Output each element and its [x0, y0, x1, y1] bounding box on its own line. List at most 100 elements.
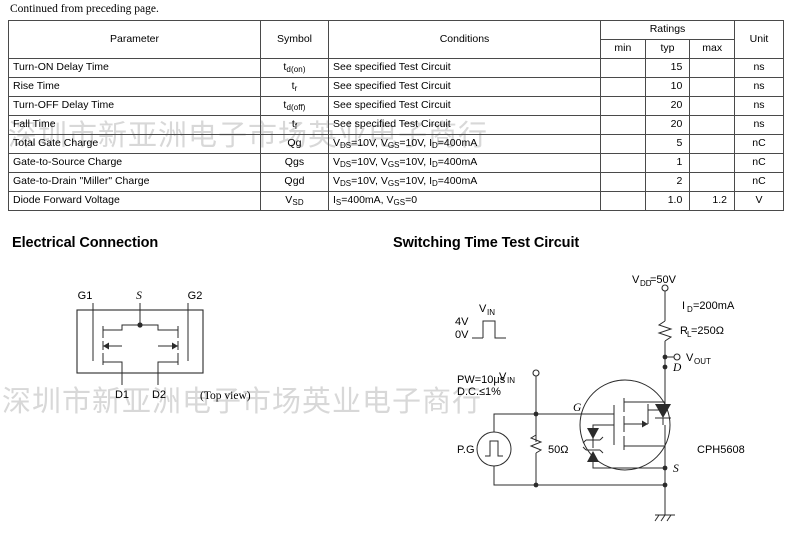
cell-max: [689, 96, 735, 116]
cell-max: [689, 153, 735, 173]
column-header-typ: typ: [644, 39, 691, 59]
cell-symbol: tr: [260, 77, 329, 97]
mosfet-right-symbol: [140, 324, 189, 373]
cell-conditions: VDS=10V, VGS=10V, ID=400mA: [328, 172, 601, 192]
cell-symbol: td(off): [260, 96, 329, 116]
column-header-unit: Unit: [734, 20, 784, 59]
cell-unit: ns: [734, 58, 784, 78]
cell-min: [600, 153, 646, 173]
vout-terminal-node: [673, 353, 681, 361]
label-s: S: [136, 290, 142, 302]
label-g1: G1: [78, 290, 93, 302]
cell-unit: nC: [734, 134, 784, 154]
cell-unit: nC: [734, 172, 784, 192]
cell-max: [689, 77, 735, 97]
cell-min: [600, 77, 646, 97]
table-row: Gate-to-Source Charge Qgs VDS=10V, VGS=10V…: [8, 153, 784, 173]
mosfet-left-symbol: [92, 324, 140, 373]
table-row: Gate-to-Drain "Miller" Charge Qgd VDS=10V,…: [8, 172, 784, 192]
cell-max: [689, 115, 735, 135]
cell-min: [600, 191, 646, 211]
cell-typ: 1: [644, 153, 691, 173]
cell-unit: nC: [734, 153, 784, 173]
label-id: I: [682, 300, 685, 312]
cell-conditions: VDS=10V, VGS=10V, ID=400mA: [328, 153, 601, 173]
source-node-dot: [662, 465, 668, 471]
s-junction-dot: [137, 322, 143, 328]
cell-conditions: VDS=10V, VGS=10V, ID=400mA: [328, 134, 601, 154]
cell-unit: V: [734, 191, 784, 211]
cell-min: [600, 134, 646, 154]
label-node-g: G: [573, 402, 582, 414]
vout-tap-dot: [662, 354, 668, 360]
label-node-d: D: [672, 362, 682, 374]
load-resistor-rl: R L =250Ω: [657, 291, 724, 357]
heading-electrical-connection: Electrical Connection: [12, 235, 159, 251]
cell-typ: 5: [644, 134, 691, 154]
cell-min: [600, 96, 646, 116]
cell-conditions: IS=400mA, VGS=0: [328, 191, 601, 211]
mosfet-device-symbol: [579, 379, 671, 471]
cell-parameter: Turn-ON Delay Time: [8, 58, 261, 78]
heading-switching-time-test-circuit: Switching Time Test Circuit: [393, 235, 580, 251]
cell-typ: 20: [644, 96, 691, 116]
cell-parameter: Diode Forward Voltage: [8, 191, 261, 211]
drain-node-dot: [662, 364, 668, 370]
source-return-dot: [662, 482, 668, 488]
cell-min: [600, 58, 646, 78]
cell-min: [600, 115, 646, 135]
specifications-table: Parameter Symbol Conditions Ratings Unit…: [8, 20, 784, 211]
cell-symbol: Qgd: [260, 172, 329, 192]
label-vin-wave: V: [479, 303, 487, 315]
label-part-number: CPH5608: [697, 444, 745, 456]
cell-parameter: Turn-OFF Delay Time: [8, 96, 261, 116]
label-vout: V: [686, 352, 694, 364]
table-row: Turn-ON Delay Time td(on) See specified Te…: [8, 58, 784, 78]
cell-unit: ns: [734, 77, 784, 97]
cell-unit: ns: [734, 96, 784, 116]
label-level-high: 4V: [455, 316, 469, 328]
cell-symbol: td(on): [260, 58, 329, 78]
label-g2: G2: [188, 290, 203, 302]
label-rl-sub: L: [687, 330, 692, 339]
label-node-s: S: [673, 463, 679, 475]
gate-node-top-dot: [533, 411, 539, 417]
label-pg: P.G: [457, 444, 475, 456]
table-row: Total Gate Charge Qg VDS=10V, VGS=10V, ID=…: [8, 134, 784, 154]
pg-top-wire: [493, 413, 536, 432]
switching-time-test-circuit-diagram: V IN 4V 0V PW=10μs D.C.≤1% V IN P.G 50Ω: [455, 274, 745, 522]
cell-typ: 1.0: [644, 191, 691, 211]
label-vin-node-sub: IN: [507, 376, 515, 385]
cell-parameter: Gate-to-Source Charge: [8, 153, 261, 173]
table-row: Rise Time tr See specified Test Circuit 10 n…: [8, 77, 784, 97]
label-id-sub: D: [687, 305, 693, 314]
label-vdd-sub: DD: [640, 279, 652, 288]
cell-parameter: Total Gate Charge: [8, 134, 261, 154]
vin-terminal-node: [532, 369, 540, 377]
label-id-value: =200mA: [693, 300, 735, 312]
column-header-conditions: Conditions: [328, 20, 601, 59]
column-header-ratings: Ratings: [600, 20, 735, 40]
table-row: Fall Time tf See specified Test Circuit 20 n…: [8, 115, 784, 135]
label-vin-node: V: [499, 371, 507, 383]
cell-symbol: Qgs: [260, 153, 329, 173]
cell-typ: 20: [644, 115, 691, 135]
gate-protection-zener-pair: [582, 424, 665, 469]
label-rl: R: [680, 325, 688, 337]
table-header-row-1: Parameter Symbol Conditions Ratings Unit: [8, 20, 784, 59]
cell-symbol: tf: [260, 115, 329, 135]
pulse-generator: P.G: [457, 431, 512, 467]
cell-symbol: VSD: [260, 191, 329, 211]
watermark-bottom: 深圳市新亚洲电子市场英业电子商行: [2, 384, 483, 418]
cell-parameter: Rise Time: [8, 77, 261, 97]
body-diode-triangle: [655, 404, 671, 418]
label-gate-resistor-value: 50Ω: [548, 444, 568, 456]
column-header-max: max: [689, 39, 735, 59]
cell-parameter: Fall Time: [8, 115, 261, 135]
cell-conditions: See specified Test Circuit: [328, 96, 601, 116]
label-vdd-value: =50V: [650, 274, 677, 286]
cell-parameter: Gate-to-Drain "Miller" Charge: [8, 172, 261, 192]
column-header-symbol: Symbol: [260, 20, 329, 59]
vin-waveform: V IN 4V 0V: [455, 303, 506, 341]
label-level-low: 0V: [455, 329, 469, 341]
